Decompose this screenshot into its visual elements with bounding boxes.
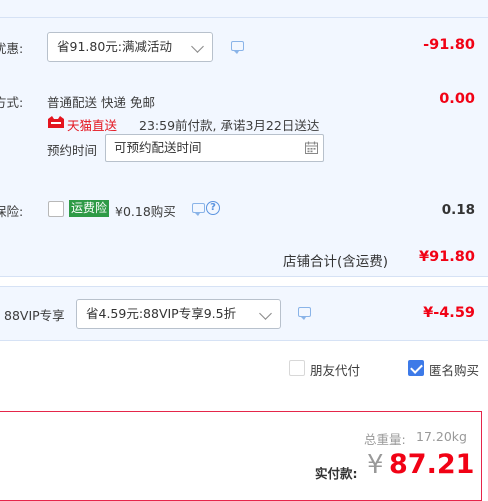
delivery-label: 方式: — [0, 95, 24, 110]
message-icon[interactable] — [298, 307, 311, 320]
vip-select[interactable]: 省4.59元:88VIP专享9.5折 — [76, 299, 281, 329]
pay-label: 实付款: — [315, 466, 358, 481]
divider — [0, 340, 488, 341]
help-icon[interactable]: ? — [206, 201, 220, 215]
divider — [0, 17, 488, 18]
insurance-price: ¥0.18购买 — [115, 204, 176, 219]
vip-select-value: 省4.59元:88VIP专享9.5折 — [86, 306, 237, 321]
insurance-label: 保险: — [0, 204, 24, 219]
tmall-icon — [48, 116, 64, 128]
pay-amount: 87.21 — [389, 449, 475, 480]
weight-value: 17.20kg — [416, 429, 467, 444]
chevron-down-icon — [191, 40, 204, 53]
delivery-promise: 23:59前付款, 承诺3月22日送达 — [139, 118, 320, 133]
calendar-icon — [305, 141, 318, 154]
schedule-date-input[interactable]: 可预约配送时间 — [105, 134, 324, 162]
discount-select-value: 省91.80元:满减活动 — [57, 39, 172, 54]
insurance-badge: 运费险 — [69, 200, 110, 217]
chevron-down-icon — [259, 307, 272, 320]
schedule-date-value: 可预约配送时间 — [114, 140, 202, 155]
delivery-methods: 普通配送 快递 免邮 — [47, 95, 155, 110]
friend-pay-checkbox[interactable] — [289, 360, 305, 376]
pay-currency: ¥ — [367, 450, 384, 480]
divider — [0, 286, 488, 287]
insurance-checkbox[interactable] — [48, 201, 64, 217]
payment-summary-box: 总重量: 17.20kg 实付款: ¥ 87.21 — [0, 411, 482, 501]
discount-label: 优惠: — [0, 41, 24, 56]
vip-label: 88VIP专享 — [4, 308, 65, 323]
message-icon[interactable] — [192, 203, 205, 216]
anonymous-checkbox[interactable] — [408, 360, 424, 376]
divider — [0, 276, 488, 277]
message-icon[interactable] — [231, 41, 244, 54]
insurance-amount: 0.18 — [441, 202, 475, 218]
delivery-amount: 0.00 — [439, 91, 475, 107]
tmall-logo — [47, 116, 65, 129]
friend-pay-label: 朋友代付 — [310, 363, 361, 378]
anonymous-label: 匿名购买 — [429, 363, 480, 378]
store-total-amount: ¥91.80 — [419, 249, 475, 265]
discount-amount: -91.80 — [423, 37, 475, 53]
store-total-label: 店铺合计(含运费) — [283, 254, 389, 270]
vip-amount: ¥-4.59 — [423, 305, 475, 321]
weight-label: 总重量: — [364, 432, 406, 447]
discount-select[interactable]: 省91.80元:满减活动 — [47, 32, 213, 62]
schedule-label: 预约时间 — [47, 143, 98, 158]
tmall-badge: 天猫直送 — [67, 118, 118, 133]
